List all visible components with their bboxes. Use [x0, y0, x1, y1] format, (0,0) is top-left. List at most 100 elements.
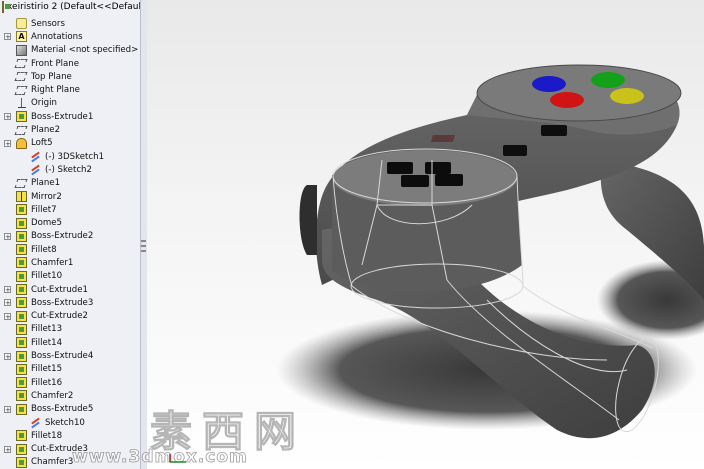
tree-item-label: Boss-Extrude2 [31, 231, 94, 242]
tree-item[interactable]: Dome5 [0, 216, 140, 229]
tree-item[interactable]: (-) Sketch2 [0, 163, 140, 176]
tree-item-label: Front Plane [31, 58, 80, 69]
chamfer-icon [16, 257, 27, 269]
tree-item-label: Fillet15 [31, 364, 63, 375]
extrude-icon [16, 111, 27, 123]
tree-item[interactable]: Material <not specified> [0, 44, 140, 57]
tree-item[interactable]: Fillet15 [0, 363, 140, 376]
tree-item-label: Fillet18 [31, 430, 63, 441]
tree-item[interactable]: Fillet13 [0, 323, 140, 336]
expand-toggle-icon[interactable]: + [4, 33, 11, 41]
fillet-icon [16, 377, 27, 389]
tree-item[interactable]: Top Plane [0, 70, 140, 83]
plane-icon [14, 59, 28, 69]
left-trigger [299, 185, 317, 255]
tree-item-label: Chamfer2 [31, 390, 74, 401]
tree-item[interactable]: Plane1 [0, 177, 140, 190]
chamfer-icon [16, 390, 27, 402]
fillet-icon [16, 244, 27, 256]
tree-item[interactable]: Front Plane [0, 57, 140, 70]
tree-item-label: Origin [31, 98, 57, 109]
tree-item[interactable]: + Boss-Extrude3 [0, 296, 140, 309]
tree-item[interactable]: Fillet10 [0, 270, 140, 283]
dome-icon [16, 217, 27, 229]
tree-item-label: Boss-Extrude4 [31, 351, 94, 362]
expand-toggle-icon[interactable]: + [4, 139, 11, 147]
plane-icon [14, 125, 28, 135]
tree-item-label: Dome5 [31, 218, 63, 229]
tree-item-label: Right Plane [31, 85, 80, 96]
tree-item[interactable]: Fillet16 [0, 376, 140, 389]
expand-toggle-icon[interactable]: + [4, 286, 11, 294]
tree-item[interactable]: (-) 3DSketch1 [0, 150, 140, 163]
tree-item[interactable]: Fillet8 [0, 243, 140, 256]
button-disc [476, 64, 682, 122]
part-title-label: xeiristirio 2 (Default<<Default [7, 2, 140, 12]
expand-toggle-icon[interactable]: + [4, 299, 11, 307]
expand-toggle-icon[interactable]: + [4, 445, 11, 453]
expand-toggle-icon[interactable]: + [4, 312, 11, 320]
center-indicator [430, 135, 455, 142]
tree-item-label: Cut-Extrude2 [31, 311, 88, 322]
expand-toggle-icon[interactable]: + [4, 113, 11, 121]
tree-item[interactable]: Right Plane [0, 83, 140, 96]
annotations-icon: A [16, 31, 27, 43]
tree-item[interactable]: + Boss-Extrude2 [0, 230, 140, 243]
tree-item-label: Annotations [31, 31, 83, 42]
tree-item-label: Chamfer1 [31, 257, 74, 268]
fillet-icon [16, 270, 27, 282]
tree-item[interactable]: + Boss-Extrude1 [0, 110, 140, 123]
tree-item-label: Mirror2 [31, 191, 62, 202]
tree-item[interactable]: Fillet18 [0, 429, 140, 442]
fillet-icon [16, 430, 27, 442]
tree-item[interactable]: Sensors [0, 17, 140, 30]
tree-item-label: Boss-Extrude3 [31, 297, 94, 308]
tree-item-label: (-) 3DSketch1 [45, 151, 105, 162]
loft-icon [16, 137, 27, 149]
tree-item-label: Fillet8 [31, 244, 57, 255]
tree-item[interactable]: + Boss-Extrude4 [0, 349, 140, 362]
plane-icon [14, 72, 28, 82]
tree-item[interactable]: + Cut-Extrude2 [0, 310, 140, 323]
plane-icon [14, 178, 28, 188]
cut-extrude-icon [16, 443, 27, 455]
tree-item[interactable]: Mirror2 [0, 190, 140, 203]
extrude-icon [16, 297, 27, 309]
start-button [541, 125, 567, 136]
tree-item[interactable]: + Loft5 [0, 137, 140, 150]
yellow-button [610, 88, 644, 104]
tree-item-label: Plane1 [31, 178, 61, 189]
sketch-icon [30, 151, 41, 162]
tree-item[interactable]: Fillet14 [0, 336, 140, 349]
expand-toggle-icon[interactable]: + [4, 232, 11, 240]
part-title[interactable]: xeiristirio 2 (Default<<Default [0, 0, 140, 14]
fillet-icon [16, 337, 27, 349]
tree-item-label: (-) Sketch2 [45, 164, 92, 175]
origin-icon [16, 97, 27, 109]
tree-item[interactable]: Chamfer2 [0, 389, 140, 402]
tree-item[interactable]: Sketch10 [0, 416, 140, 429]
expand-toggle-icon[interactable]: + [4, 405, 11, 413]
tree-item[interactable]: + Cut-Extrude1 [0, 283, 140, 296]
feature-manager-tree: xeiristirio 2 (Default<<Default Sensors +… [0, 0, 141, 469]
red-button [550, 92, 584, 108]
tree-item[interactable]: Origin [0, 97, 140, 110]
tree-item[interactable]: Fillet7 [0, 203, 140, 216]
tree-item[interactable]: + A Annotations [0, 30, 140, 43]
cut-extrude-icon [16, 284, 27, 296]
green-button [591, 72, 625, 88]
splitter-grip[interactable] [140, 236, 147, 258]
expand-toggle-icon[interactable]: + [4, 352, 11, 360]
part-icon [2, 1, 10, 13]
tree-item-label: Chamfer3 [31, 457, 74, 468]
tree-item[interactable]: + Boss-Extrude5 [0, 403, 140, 416]
material-icon [16, 44, 27, 56]
feature-list: Sensors + A Annotations Material <not specif… [0, 17, 140, 469]
watermark-url: www.3dmox.com [72, 447, 248, 468]
chamfer-icon [16, 456, 27, 468]
tree-item[interactable]: Chamfer1 [0, 256, 140, 269]
fillet-icon [16, 363, 27, 375]
cut-extrude-icon [16, 310, 27, 322]
plane-icon [14, 85, 28, 95]
tree-item[interactable]: Plane2 [0, 123, 140, 136]
